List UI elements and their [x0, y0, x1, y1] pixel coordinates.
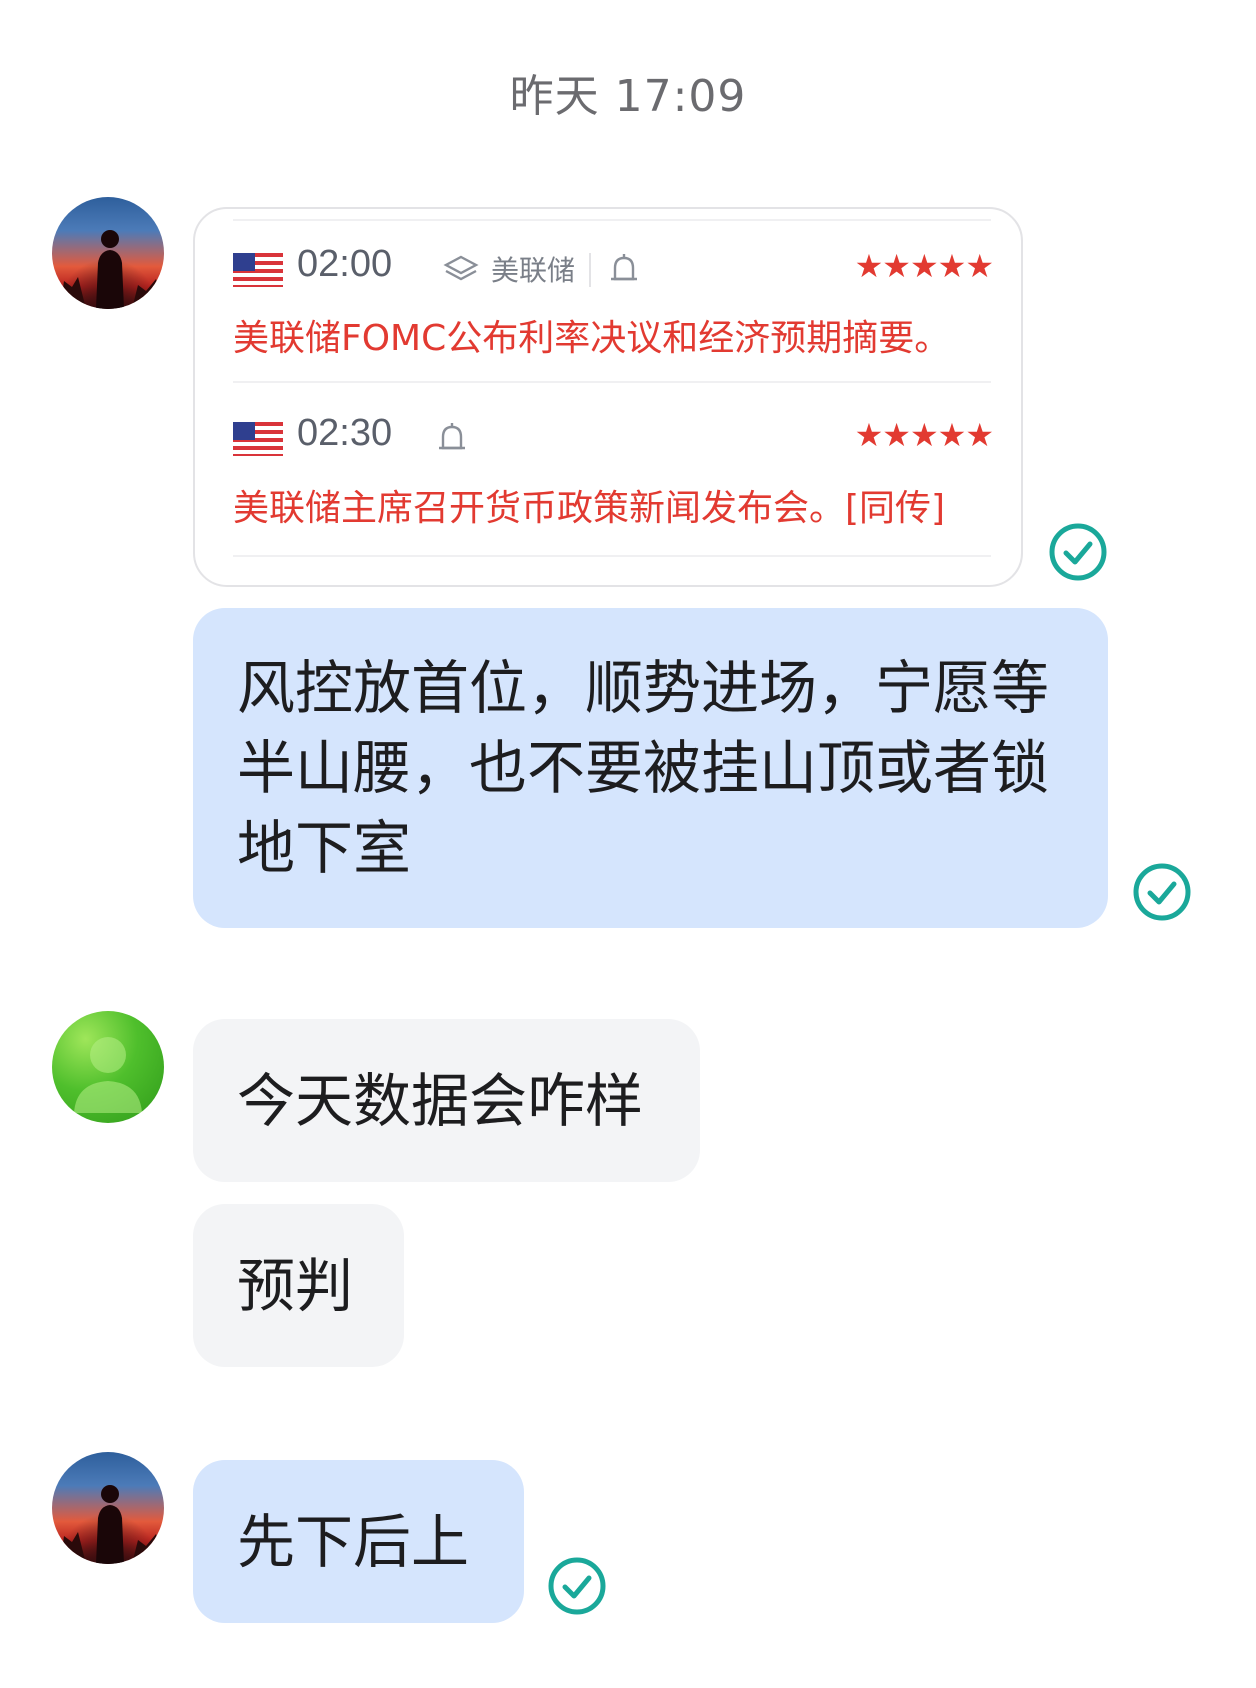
event-row-2[interactable]: 02:30 ★★★★★ — [233, 412, 994, 464]
default-user-icon — [74, 1037, 142, 1113]
message-text-line: 地下室 — [237, 814, 412, 882]
avatar[interactable] — [52, 1452, 164, 1564]
message-timestamp: 昨天 17:09 — [509, 71, 747, 122]
event-time: 02:30 — [297, 412, 393, 454]
message-bubble[interactable]: 今天数据会咋样 — [193, 1019, 700, 1182]
avatar[interactable] — [52, 1011, 164, 1123]
card-divider — [233, 381, 991, 383]
message-text-line: 半山腰，也不要被挂山顶或者锁 — [237, 734, 1050, 802]
card-divider — [233, 219, 991, 221]
event-time: 02:00 — [297, 243, 393, 285]
check-circle-icon — [548, 1557, 606, 1615]
message-text: 先下后上 — [237, 1508, 470, 1576]
event-source: 美联储 — [491, 254, 576, 287]
importance-stars: ★★★★★ — [854, 247, 994, 285]
card-divider — [233, 555, 991, 557]
event-row-1[interactable]: 02:00 美联储 ★★★★★ — [233, 243, 994, 295]
bell-icon[interactable] — [437, 420, 467, 458]
separator — [589, 253, 591, 287]
event-title: 美联储FOMC公布利率决议和经济预期摘要。 — [233, 318, 951, 359]
message-bubble[interactable]: 先下后上 — [193, 1460, 524, 1623]
importance-stars: ★★★★★ — [854, 416, 994, 454]
check-circle-icon — [1133, 863, 1191, 921]
avatar-silhouette-icon — [60, 1485, 164, 1564]
check-circle-icon — [1049, 523, 1107, 581]
message-text-line: 风控放首位，顺势进场，宁愿等 — [237, 654, 1050, 722]
event-title: 美联储主席召开货币政策新闻发布会。[同传] — [233, 488, 946, 529]
avatar[interactable] — [52, 197, 164, 309]
message-text: 预判 — [237, 1252, 354, 1320]
message-bubble[interactable]: 预判 — [193, 1204, 404, 1367]
economic-calendar-card[interactable]: 02:00 美联储 ★★★★★ 美联储FOMC公布利率决议和经济预期摘要。 02… — [193, 207, 1023, 587]
us-flag-icon — [233, 253, 283, 287]
message-text: 今天数据会咋样 — [237, 1067, 644, 1135]
bell-icon[interactable] — [609, 251, 639, 289]
layers-icon — [443, 255, 479, 281]
message-bubble[interactable]: 风控放首位，顺势进场，宁愿等 半山腰，也不要被挂山顶或者锁 地下室 — [193, 608, 1108, 928]
us-flag-icon — [233, 422, 283, 456]
avatar-silhouette-icon — [60, 230, 164, 309]
